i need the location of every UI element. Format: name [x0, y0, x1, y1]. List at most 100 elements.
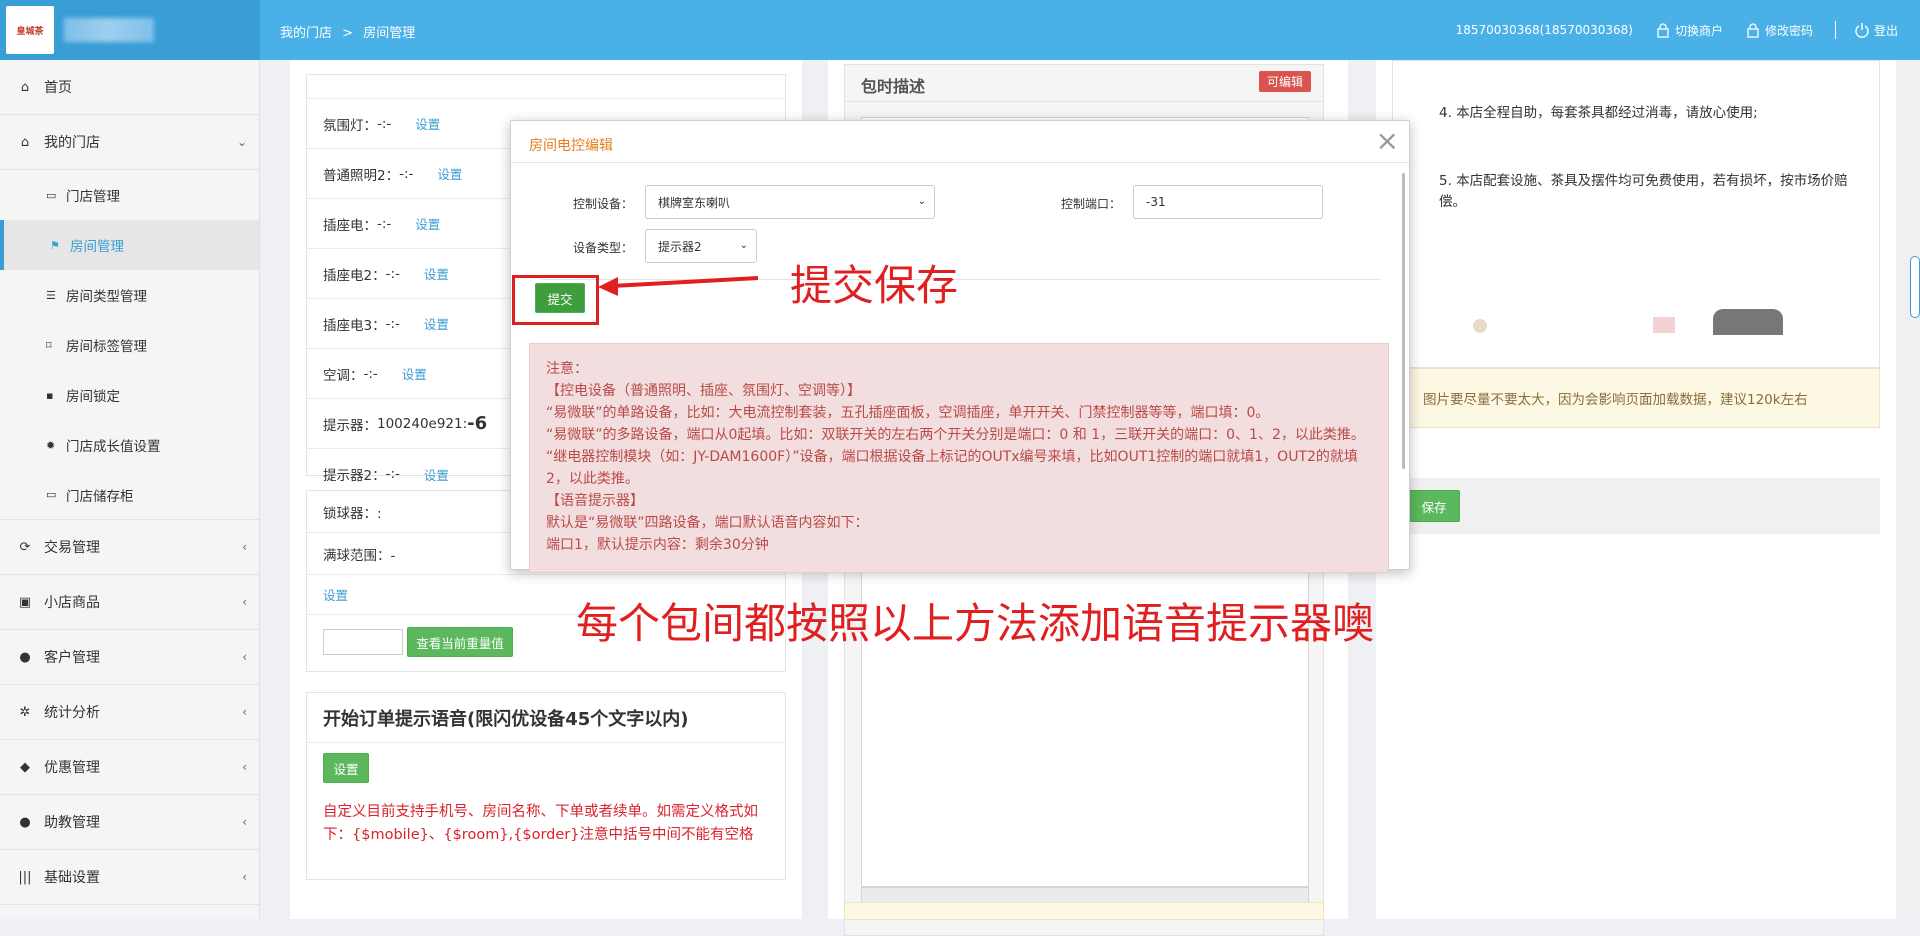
device-set-link[interactable]: 设置: [424, 264, 449, 283]
save-bar: 保存: [1392, 478, 1880, 534]
gift-icon: ▣: [18, 594, 32, 610]
device-set-link[interactable]: 设置: [415, 114, 440, 133]
sidebar-item-locker[interactable]: ▭ 门店储存柜: [0, 470, 259, 520]
gear-icon: ✹: [46, 438, 56, 452]
decor-image-icon: [1653, 317, 1675, 333]
close-icon[interactable]: ×: [1376, 127, 1399, 155]
modal-title: 房间电控编辑: [529, 138, 613, 154]
modal-header: [511, 121, 1409, 163]
chevron-left-icon: ‹: [242, 815, 247, 829]
device-label: 普通照明2：: [323, 167, 400, 184]
submit-annotation: 提交保存: [790, 261, 959, 310]
sidebar-item-home[interactable]: ⌂ 首页: [0, 60, 259, 115]
bottom-annotation: 每个包间都按照以上方法添加语音提示器噢: [576, 599, 1375, 648]
sidebar-item-shop[interactable]: ▣ 小店商品 ‹: [0, 575, 259, 630]
notice-line: “继电器控制模块（如：JY-DAM1600F）”设备，端口根据设备上标记的OUT…: [546, 449, 1358, 487]
weight-input[interactable]: [323, 629, 403, 655]
sidebar-item-growth[interactable]: ✹ 门店成长值设置: [0, 420, 259, 470]
notice-line: 注意：: [546, 361, 588, 377]
change-password-link[interactable]: 修改密码: [1745, 22, 1813, 39]
lock-icon: [1657, 23, 1669, 38]
account-label: 18570030368(18570030368): [1456, 23, 1633, 37]
sidebar-item-trade[interactable]: ⟳ 交易管理 ‹: [0, 520, 259, 575]
device-value: -:-: [363, 365, 378, 382]
user-icon: ●: [19, 649, 31, 665]
decor-image-icon: [1713, 309, 1783, 335]
sidebar-item-label: 基础设置: [44, 870, 100, 886]
switch-merchant-link[interactable]: 切换商户: [1655, 22, 1723, 39]
device-set-link[interactable]: 设置: [424, 465, 449, 484]
tag-icon: ◆: [20, 759, 30, 775]
sidebar-item-label: 交易管理: [44, 540, 100, 556]
voice-note: 自定义目前支持手机号、房间名称、下单或者续单。如需定义格式如下：{$mobile…: [323, 804, 758, 843]
device-type-select[interactable]: 提示器2 ⌄: [645, 229, 757, 263]
sidebar-item-room-management[interactable]: ⚑ 房间管理: [0, 220, 259, 270]
control-device-label: 控制设备：: [573, 197, 634, 211]
sidebar-item-stats[interactable]: ✲ 统计分析 ‹: [0, 685, 259, 740]
device-value: 100240e921:: [377, 415, 468, 432]
sidebar-item-room-tag[interactable]: ⌑ 房间标签管理: [0, 320, 259, 370]
voice-set-button[interactable]: 设置: [323, 753, 369, 783]
logo[interactable]: 皇城茶: [6, 6, 54, 54]
lock-icon: ▪: [46, 388, 54, 402]
sidebar-item-store-management[interactable]: ▭ 门店管理: [0, 170, 259, 220]
notice-line: 端口1，默认提示内容：剩余30分钟: [546, 537, 769, 553]
rules-editor[interactable]: 4. 本店全程自助，每套茶具都经过消毒，请放心使用; 5. 本店配套设施、茶具及…: [1392, 60, 1880, 368]
page-scrollbar-thumb[interactable]: [1910, 256, 1920, 318]
voice-title: 开始订单提示语音(限闪优设备45个文字以内): [307, 693, 785, 743]
sidebar-item-basic-settings[interactable]: ||| 基础设置 ‹: [0, 850, 259, 905]
breadcrumb: 我的门店 > 房间管理: [280, 22, 421, 41]
chevron-left-icon: ‹: [242, 540, 247, 554]
sidebar-item-label: 统计分析: [44, 705, 100, 721]
set-link[interactable]: 设置: [323, 585, 348, 604]
sidebar-item-room-lock[interactable]: ▪ 房间锁定: [0, 370, 259, 420]
flag-icon: ⚑: [50, 238, 60, 252]
control-device-value: 棋牌室东喇叭: [658, 195, 731, 210]
change-password-label: 修改密码: [1764, 23, 1813, 38]
device-label: 插座电2：: [323, 267, 386, 284]
device-value: -:-: [377, 215, 392, 232]
device-label: 插座电：: [323, 217, 377, 234]
control-port-input[interactable]: -31: [1133, 185, 1323, 219]
chevron-left-icon: ‹: [242, 705, 247, 719]
store-icon: ▭: [46, 188, 57, 202]
arrow-left-icon: [598, 276, 759, 296]
hint-strip: [844, 902, 1324, 920]
sidebar-item-label: 门店成长值设置: [66, 439, 161, 455]
notice-line: 默认是“易微联”四路设备，端口默认语音内容如下：: [546, 515, 869, 531]
device-value: -:-: [385, 315, 400, 332]
save-button[interactable]: 保存: [1408, 490, 1460, 522]
account-text: 18570030368(18570030368): [1455, 23, 1633, 37]
device-value: -:-: [385, 466, 400, 482]
device-set-link[interactable]: 设置: [437, 164, 462, 183]
device-set-link[interactable]: 设置: [402, 364, 427, 383]
device-set-link[interactable]: 设置: [424, 314, 449, 333]
device-label: 氛围灯：: [323, 117, 377, 134]
chevron-left-icon: ‹: [242, 650, 247, 664]
chevron-down-icon: ⌄: [739, 240, 748, 251]
panel-top-gap: [307, 75, 785, 99]
sidebar-item-label: 房间锁定: [66, 389, 120, 405]
page-scrollbar[interactable]: [1908, 60, 1920, 919]
logout-link[interactable]: 登出: [1854, 22, 1898, 39]
control-device-select[interactable]: 棋牌室东喇叭 ⌄: [645, 185, 935, 219]
sidebar-item-room-type[interactable]: ☰ 房间类型管理: [0, 270, 259, 320]
notice-line: “易微联”的单路设备，比如：大电流控制套装，五孔插座面板，空调插座，单开开关、门…: [546, 405, 1270, 421]
breadcrumb-item-store[interactable]: 我的门店: [280, 26, 332, 41]
chevron-down-icon: ⌄: [236, 135, 247, 149]
sidebar-item-label: 优惠管理: [44, 760, 100, 776]
sidebar-item-my-store[interactable]: ⌂ 我的门店 ⌄: [0, 115, 259, 170]
store-icon: ▭: [46, 488, 57, 501]
power-icon: [1855, 23, 1869, 38]
lock-icon: [1747, 23, 1759, 38]
sidebar-item-customer[interactable]: ● 客户管理 ‹: [0, 630, 259, 685]
sidebar-item-assistant[interactable]: ● 助教管理 ‹: [0, 795, 259, 850]
submit-highlight-box: [512, 275, 599, 325]
view-weight-button[interactable]: 查看当前重量值: [407, 627, 513, 657]
modal-scrollbar[interactable]: [1402, 173, 1405, 469]
device-set-link[interactable]: 设置: [415, 214, 440, 233]
chevron-left-icon: ‹: [242, 870, 247, 884]
device-type-value: 提示器2: [658, 239, 702, 254]
sidebar-item-discount[interactable]: ◆ 优惠管理 ‹: [0, 740, 259, 795]
rules-column: 4. 本店全程自助，每套茶具都经过消毒，请放心使用; 5. 本店配套设施、茶具及…: [1376, 60, 1896, 919]
